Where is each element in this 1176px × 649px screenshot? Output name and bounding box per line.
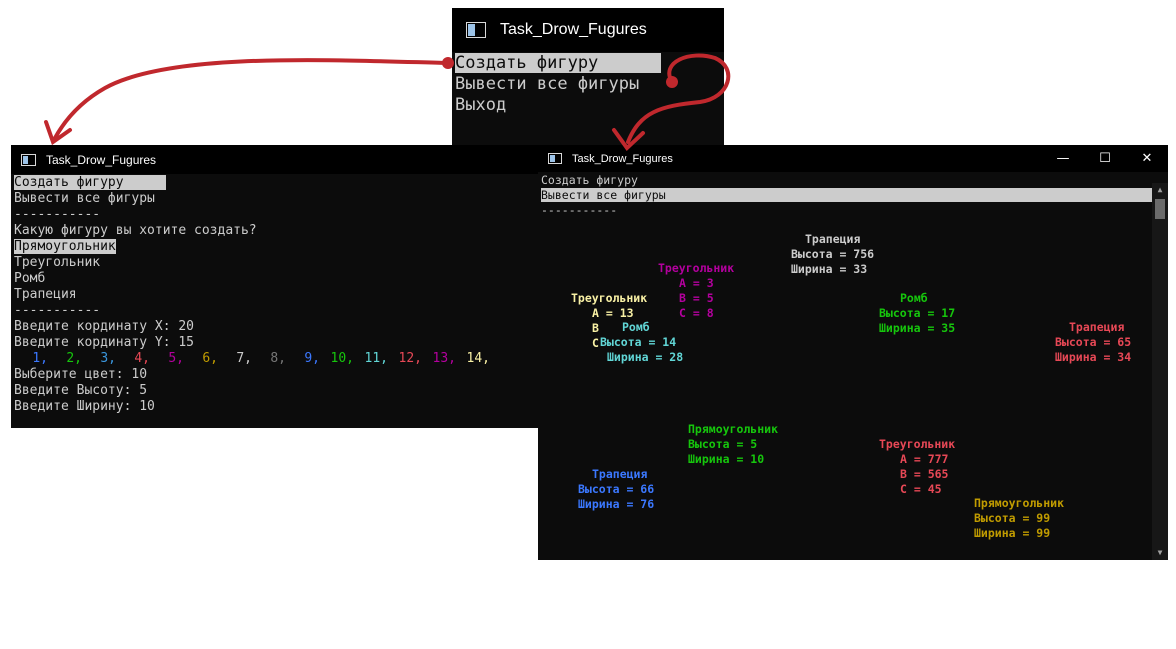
figure-option-triangle[interactable]: Треугольник — [14, 255, 100, 270]
console-output: Создать фигуру Вывести все фигуры ------… — [11, 174, 538, 428]
minimize-button[interactable]: — — [1042, 145, 1084, 172]
console-window-output: Task_Drow_Fugures — ☐ ✕ Создать фигуру В… — [538, 145, 1168, 560]
input-y-prompt: Введите кординату Y: 15 — [14, 335, 195, 350]
window-title: Task_Drow_Fugures — [572, 152, 673, 165]
figure-name: Прямоугольник — [974, 496, 1065, 510]
figure-option-trapezoid[interactable]: Трапеция — [14, 287, 77, 302]
scroll-up-arrow-icon[interactable]: ▲ — [1152, 183, 1168, 197]
figure-param: Высота = 66 — [578, 482, 655, 496]
title-bar[interactable]: Task_Drow_Fugures — ☐ ✕ — [538, 145, 1168, 172]
console-output: Создать фигуру Вывести все фигуры ------… — [538, 172, 1168, 560]
close-button[interactable]: ✕ — [1126, 145, 1168, 172]
menu-item-create-figure[interactable]: Создать фигуру — [455, 53, 661, 73]
figure-param: Ширина = 34 — [1055, 350, 1132, 364]
figure-name: Треугольник — [571, 291, 648, 305]
figure-name: Треугольник — [658, 261, 735, 275]
separator-line: ----------- — [541, 203, 618, 217]
console-app-icon — [548, 153, 562, 164]
figure-param: Высота = 65 — [1055, 335, 1132, 349]
menu-item-show-figures[interactable]: Вывести все фигуры — [541, 188, 1152, 202]
window-title: Task_Drow_Fugures — [46, 152, 157, 167]
figure-param: C = 45 — [900, 482, 942, 496]
window-title: Task_Drow_Fugures — [500, 21, 647, 38]
color-options-row: 1, 2, 3, 4, 5, 6, 7, 8, 9, 10, 11, 12, 13, 14, — [14, 351, 490, 366]
figure-name: Ромб — [900, 291, 928, 305]
color-option: 7, — [236, 351, 252, 366]
figure-param: Ширина = 28 — [607, 350, 684, 364]
title-bar[interactable]: Task_Drow_Fugures — [11, 145, 538, 174]
console-window-menu: Task_Drow_Fugures Создать фигуру Вывести… — [452, 8, 724, 145]
menu-item-create-figure[interactable]: Создать фигуру — [541, 173, 638, 187]
choose-color-prompt: Выберите цвет: 10 — [14, 367, 148, 382]
vertical-scrollbar[interactable]: ▲ ▼ — [1152, 183, 1168, 560]
console-app-icon — [21, 153, 36, 166]
figure-param: C — [592, 336, 599, 350]
figure-name: Треугольник — [879, 437, 956, 451]
color-option: 2, — [66, 351, 82, 366]
figure-param: Ширина = 10 — [688, 452, 765, 466]
separator-line: ----------- — [14, 303, 101, 318]
menu-item-show-figures[interactable]: Вывести все фигуры — [14, 191, 155, 206]
menu-item-create-figure[interactable]: Создать фигуру — [14, 175, 166, 190]
color-option: 8, — [270, 351, 286, 366]
color-option: 11, — [364, 351, 388, 366]
color-option: 1, — [32, 351, 48, 366]
figure-name: Трапеция — [805, 232, 861, 246]
figure-param: Ширина = 33 — [791, 262, 868, 276]
console-window-create: Task_Drow_Fugures Создать фигуру Вывести… — [11, 145, 538, 428]
figure-option-rectangle[interactable]: Прямоугольник — [14, 239, 116, 254]
figure-param: B = 565 — [900, 467, 949, 481]
figure-option-rhombus[interactable]: Ромб — [14, 271, 45, 286]
figure-name: Трапеция — [1069, 320, 1125, 334]
figure-param: Высота = 5 — [688, 437, 758, 451]
figure-param: Ширина = 76 — [578, 497, 655, 511]
menu-item-show-figures[interactable]: Вывести все фигуры — [455, 74, 639, 94]
color-option: 12, — [398, 351, 422, 366]
console-output: Создать фигуру Вывести все фигуры Выход — [452, 52, 724, 145]
arrow-to-create-window — [53, 58, 450, 140]
scroll-down-arrow-icon[interactable]: ▼ — [1152, 546, 1168, 560]
input-width-prompt: Введите Ширину: 10 — [14, 399, 155, 414]
maximize-button[interactable]: ☐ — [1084, 145, 1126, 172]
color-option: 14, — [466, 351, 490, 366]
figure-param: Ширина = 99 — [974, 526, 1051, 540]
color-option: 10, — [330, 351, 354, 366]
figure-name: Ромб — [622, 320, 650, 334]
figure-param: B = 5 — [679, 291, 714, 305]
color-option: 3, — [100, 351, 116, 366]
figure-param: A = 13 — [592, 306, 634, 320]
separator-line: ----------- — [14, 207, 101, 222]
figure-question: Какую фигуру вы хотите создать? — [14, 223, 257, 238]
color-option: 9, — [304, 351, 320, 366]
console-app-icon — [466, 22, 486, 38]
scroll-thumb[interactable] — [1155, 199, 1165, 219]
figure-param: Высота = 756 — [791, 247, 875, 261]
figure-name: Прямоугольник — [688, 422, 779, 436]
menu-item-exit[interactable]: Выход — [455, 95, 506, 115]
figure-param: C = 8 — [679, 306, 714, 320]
figure-name: Трапеция — [592, 467, 648, 481]
figure-param: Высота = 17 — [879, 306, 956, 320]
figure-param: B — [592, 321, 599, 335]
arrow-head-left — [44, 120, 72, 146]
figure-param: Ширина = 35 — [879, 321, 956, 335]
figure-param: A = 777 — [900, 452, 949, 466]
color-option: 5, — [168, 351, 184, 366]
color-option: 13, — [432, 351, 456, 366]
color-option: 6, — [202, 351, 218, 366]
figure-param: Высота = 14 — [600, 335, 677, 349]
figure-param: A = 3 — [679, 276, 714, 290]
title-bar[interactable]: Task_Drow_Fugures — [452, 8, 724, 52]
input-x-prompt: Введите кординату X: 20 — [14, 319, 195, 334]
figure-param: Высота = 99 — [974, 511, 1051, 525]
color-option: 4, — [134, 351, 150, 366]
input-height-prompt: Введите Высоту: 5 — [14, 383, 148, 398]
